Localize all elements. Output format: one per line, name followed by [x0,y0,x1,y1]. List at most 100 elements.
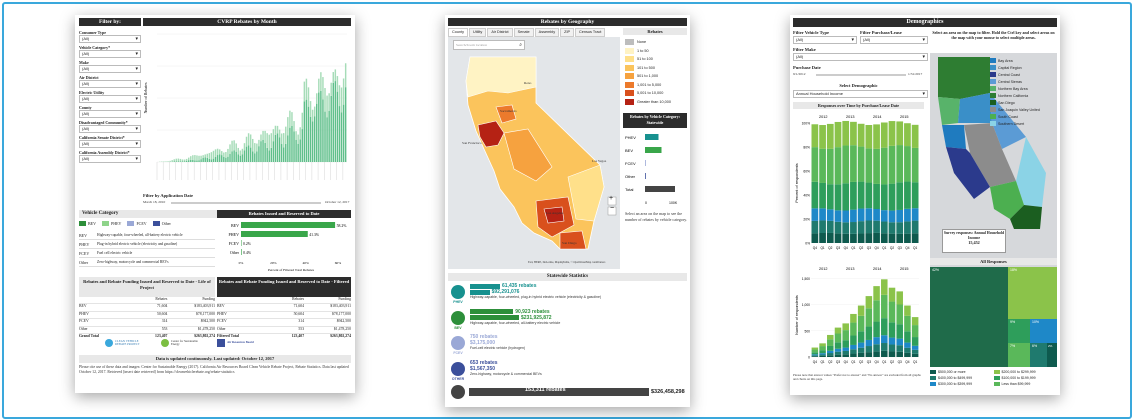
filter-select[interactable]: (All) [79,35,141,43]
rebates-legend-header: Rebates [623,28,687,35]
filter-select[interactable]: (All) [79,95,141,103]
stat-row: FCEV 750 rebates $3,175,000 Fuel-cell elect… [448,334,687,359]
pct-segment [888,210,896,223]
vehicle-type-icon: BEV [451,310,465,330]
month-bar-bev [206,157,209,162]
region-legend-item[interactable]: Southern Desert [990,120,1056,127]
region-legend-item[interactable]: San Diego [990,99,1056,106]
pct-segment [850,209,857,223]
treemap-cell-5: 7% [1008,343,1030,367]
pct-segment [888,183,896,211]
purchase-date-slider[interactable] [816,74,906,76]
month-bar-phev [229,144,231,155]
month-bar-bev [175,161,178,162]
month-bar-phev [173,159,175,162]
month-bar-bev [229,154,231,162]
cse-logo: Center for Sustainable Energy [161,339,201,347]
region-legend-item[interactable]: Northern California [990,92,1056,99]
filter-make-select[interactable]: (All) [793,53,928,61]
month-bar-phev [313,106,316,117]
filter-select[interactable]: (All) [79,110,141,118]
month-bar-bev [318,92,320,162]
geo-search[interactable]: Search/Zoom location ⌕ [453,40,525,50]
month-bar-phev [299,127,301,140]
tab-air-district[interactable]: Air District [487,28,513,37]
plus-icon[interactable]: + [609,195,613,203]
funding-header-left: Rebates and Rebate Funding Issued and Re… [79,277,215,297]
pct-segment [880,233,888,243]
pct-segment [842,210,850,223]
filter-select[interactable]: (All) [79,80,141,88]
pct-segment [834,233,842,243]
count-segment [857,347,865,353]
geo-header: Rebates by Geography [448,18,687,26]
treemap-pct-3: 9% [1010,320,1016,324]
stat-bar-funding [470,315,519,320]
rebate-legend-label: None [637,40,647,45]
pct-segment [873,148,880,184]
month-bar-bev [278,137,281,162]
rebate-legend-item: 51 to 100 [625,55,687,64]
tab-county[interactable]: County [448,28,469,37]
date-slider[interactable] [171,202,321,204]
pct-segment [819,148,826,183]
count-segment [850,349,857,354]
month-bar-bev [218,154,221,162]
pct-segment [904,146,911,182]
filter-select[interactable]: (All) [79,140,141,148]
tab-census-tract[interactable]: Census Tract [575,28,606,37]
quarter-label: Q3 [898,246,902,250]
pct-segment [880,221,888,234]
month-bar-bev [270,147,273,162]
geo-map[interactable]: Search/Zoom location ⌕ Reno Sacramento S… [448,37,620,269]
month-bar-phev [320,72,322,91]
treemap-pct-6: 6% [1032,344,1038,348]
filter-select[interactable]: (All) [79,155,141,163]
month-bar-bev [344,87,347,162]
search-icon[interactable]: ⌕ [519,42,524,48]
region-legend-item[interactable]: Bay Area [990,57,1056,64]
month-bar-phev [243,143,246,151]
income-legend-item: Less than $99,999 [993,381,1058,387]
year-label: 2012 [819,115,827,119]
region-legend-item[interactable]: South Coast [990,113,1056,120]
region-legend-label: Central Sierras [998,79,1022,84]
stat-body: 750 rebates $3,175,000 Fuel-cell electric … [470,334,687,350]
minus-icon[interactable]: − [610,205,614,213]
issued-tick: 40% [302,261,309,265]
filter-select[interactable]: (All) [79,50,141,58]
funding-row: FCEV 314 $942,500 [79,318,215,326]
funding-row: FCEV 314 $942,500 [217,318,351,326]
tab-utility[interactable]: Utility [469,28,487,37]
month-bar-bev [241,154,244,162]
treemap-cell-1: 42% [930,267,1008,367]
geo-search-input[interactable]: Search/Zoom location [454,43,519,47]
demo-note: Please note that answer values "Prefer n… [793,373,921,381]
veh-bar-label: PHEV [625,135,636,140]
month-bar-phev [175,158,178,162]
tab-zip[interactable]: ZIP [560,28,575,37]
region-legend-item[interactable]: San Joaquin Valley United [990,106,1056,113]
filter-select[interactable]: (All) [79,65,141,73]
region-legend-item[interactable]: Capital Region [990,64,1056,71]
count-segment [827,334,834,340]
pct-segment [826,209,834,221]
count-segment [888,337,896,345]
count-over-time-chart: Number of respondents 2012 2013 2014 2015 1,5… [793,265,924,371]
month-bar-phev [249,134,252,148]
region-legend-item[interactable]: Central Sierras [990,78,1056,85]
california-map[interactable] [448,37,620,269]
pct-segment [911,147,919,183]
treemap-pct-4: 10% [1032,320,1040,324]
filter-purchase-select[interactable]: (All) [860,36,928,44]
month-bar-phev [208,153,211,159]
month-bar-phev [340,87,343,113]
month-bar-bev [249,147,252,162]
region-legend-item[interactable]: Northern Bay Area [990,85,1056,92]
filter-select[interactable]: (All) [79,125,141,133]
tab-senate[interactable]: Senate [513,28,534,37]
region-legend-item[interactable]: Central Coast [990,71,1056,78]
tab-assembly[interactable]: Assembly [534,28,560,37]
select-demo-select[interactable]: Annual Household Income [793,90,928,98]
filter-vehicle-select[interactable]: (All) [793,36,857,44]
